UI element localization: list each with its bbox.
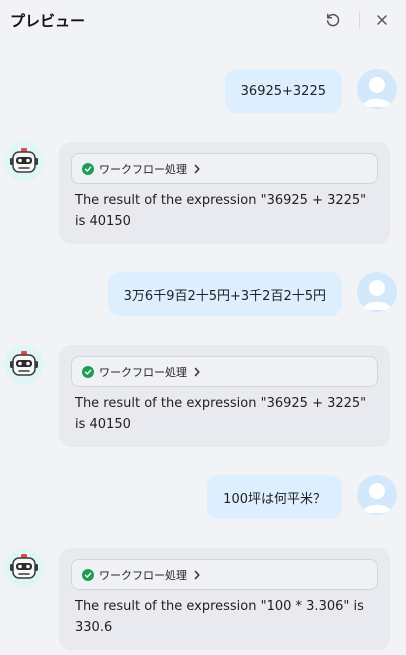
close-icon — [377, 15, 387, 25]
refresh-icon — [326, 13, 340, 27]
header-divider — [359, 12, 360, 28]
chevron-right-icon — [193, 367, 201, 377]
header-actions — [319, 6, 396, 34]
workflow-status-toggle[interactable]: ワークフロー処理 — [71, 153, 378, 184]
user-message-text: 3万6千9百2十5円+3千2百2十5円 — [123, 288, 326, 304]
workflow-status-toggle[interactable]: ワークフロー処理 — [71, 559, 378, 590]
workflow-label: ワークフロー処理 — [99, 365, 187, 379]
assistant-bubble: ワークフロー処理 The result of the expression "3… — [59, 345, 390, 447]
check-circle-icon — [82, 568, 94, 581]
user-bubble: 100坪は何平米？ — [207, 475, 342, 519]
check-circle-icon — [82, 162, 94, 175]
close-button[interactable] — [368, 6, 396, 34]
assistant-bubble: ワークフロー処理 The result of the expression "3… — [59, 142, 390, 244]
assistant-bubble: ワークフロー処理 The result of the expression "1… — [59, 548, 390, 650]
assistant-answer: The result of the expression "36925 + 32… — [75, 396, 367, 432]
chevron-right-icon — [193, 570, 201, 580]
robot-avatar-icon — [4, 142, 44, 182]
user-bubble: 3万6千9百2十5円+3千2百2十5円 — [107, 272, 342, 316]
robot-avatar-icon — [4, 548, 44, 588]
assistant-answer: The result of the expression "100 * 3.30… — [75, 599, 364, 635]
workflow-label: ワークフロー処理 — [99, 162, 187, 176]
user-avatar-icon — [357, 69, 397, 109]
user-message-text: 100坪は何平米？ — [223, 491, 326, 507]
page-title: プレビュー — [10, 11, 86, 30]
robot-avatar-icon — [4, 345, 44, 385]
user-message-text: 36925+3225 — [240, 83, 326, 99]
workflow-label: ワークフロー処理 — [99, 568, 187, 582]
preview-header: プレビュー — [0, 0, 406, 40]
user-avatar-icon — [357, 272, 397, 312]
assistant-answer: The result of the expression "36925 + 32… — [75, 193, 367, 229]
chevron-right-icon — [193, 164, 201, 174]
user-bubble: 36925+3225 — [224, 69, 342, 113]
check-circle-icon — [82, 365, 94, 378]
workflow-status-toggle[interactable]: ワークフロー処理 — [71, 356, 378, 387]
refresh-button[interactable] — [319, 6, 347, 34]
user-avatar-icon — [357, 475, 397, 515]
chat-thread: 36925+3225 ワークフロー処理 The result of the ex… — [0, 40, 406, 655]
